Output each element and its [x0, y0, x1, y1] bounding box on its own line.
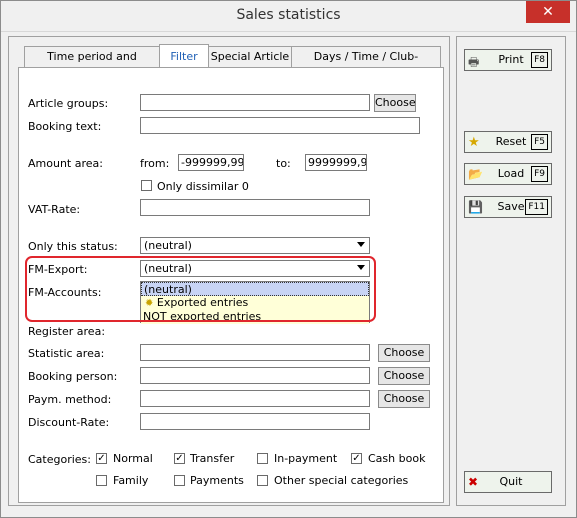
booking-person-label: Booking person:: [28, 370, 118, 383]
amount-from-input[interactable]: -999999,99: [178, 154, 244, 171]
category-transfer-checkbox[interactable]: ✓: [174, 453, 185, 464]
categories-label: Categories:: [28, 453, 91, 466]
reset-button[interactable]: ★ Reset F5: [464, 131, 552, 153]
only-status-label: Only this status:: [28, 240, 118, 253]
booking-person-input[interactable]: [140, 367, 370, 384]
category-family-label: Family: [113, 474, 149, 487]
article-groups-choose-button[interactable]: Choose: [374, 94, 416, 112]
category-normal-checkbox[interactable]: ✓: [96, 453, 107, 464]
reset-shortcut: F5: [531, 134, 548, 150]
booking-person-choose-button[interactable]: Choose: [378, 367, 430, 385]
print-label: Print: [498, 53, 524, 66]
print-shortcut: F8: [531, 52, 548, 68]
only-dissimilar-checkbox[interactable]: [141, 180, 152, 191]
booking-text-input[interactable]: [140, 117, 420, 134]
title-bar: Sales statistics ✕: [1, 1, 576, 32]
tab-filter[interactable]: Filter: [159, 44, 209, 67]
payment-method-input[interactable]: [140, 390, 370, 407]
only-status-value: (neutral): [144, 239, 192, 252]
star-icon: ★: [468, 135, 480, 150]
save-shortcut: F11: [525, 199, 548, 215]
amount-from-label: from:: [140, 157, 170, 170]
category-payments-checkbox[interactable]: [174, 475, 185, 486]
payment-method-choose-button[interactable]: Choose: [378, 390, 430, 408]
amount-to-input[interactable]: 9999999,99: [305, 154, 367, 171]
article-groups-input[interactable]: [140, 94, 370, 111]
vat-rate-input[interactable]: [140, 199, 370, 216]
category-family-checkbox[interactable]: [96, 475, 107, 486]
tab-special-article[interactable]: Special Article: [208, 46, 292, 67]
tab-days-time-club-statistic[interactable]: Days / Time / Club-Statistic: [291, 46, 441, 83]
highlight-box: [25, 256, 376, 322]
folder-open-icon: 📂: [468, 167, 483, 181]
statistic-area-label: Statistic area:: [28, 347, 105, 360]
chevron-down-icon: [357, 242, 365, 247]
quit-button[interactable]: ✖ Quit: [464, 471, 552, 493]
category-normal-label: Normal: [113, 452, 153, 465]
print-button[interactable]: 🖶 Print F8: [464, 49, 552, 71]
category-cash-book-checkbox[interactable]: ✓: [351, 453, 362, 464]
vat-rate-label: VAT-Rate:: [28, 203, 81, 216]
category-transfer-label: Transfer: [190, 452, 235, 465]
printer-icon: 🖶: [468, 55, 480, 69]
save-button[interactable]: 💾 Save F11: [464, 196, 552, 218]
category-cash-book-label: Cash book: [368, 452, 426, 465]
article-groups-label: Article groups:: [28, 97, 109, 110]
window-title: Sales statistics: [236, 7, 341, 23]
category-other-special-checkbox[interactable]: [257, 475, 268, 486]
discount-rate-label: Discount-Rate:: [28, 416, 110, 429]
quit-label: Quit: [499, 475, 523, 488]
category-in-payment-label: In-payment: [274, 452, 338, 465]
actions-panel: [456, 36, 566, 506]
load-label: Load: [497, 167, 525, 180]
tab-time-period-content[interactable]: Time period and Content: [24, 46, 160, 83]
reset-label: Reset: [495, 135, 527, 148]
register-area-label: Register area:: [28, 325, 106, 338]
amount-to-label: to:: [276, 157, 291, 170]
close-x-icon: ✖: [468, 475, 479, 489]
statistic-area-choose-button[interactable]: Choose: [378, 344, 430, 362]
payment-method-label: Paym. method:: [28, 393, 112, 406]
load-button[interactable]: 📂 Load F9: [464, 163, 552, 185]
category-other-special-label: Other special categories: [274, 474, 409, 487]
statistic-area-input[interactable]: [140, 344, 370, 361]
floppy-disk-icon: 💾: [468, 200, 483, 214]
only-status-select[interactable]: (neutral): [140, 237, 370, 254]
amount-area-label: Amount area:: [28, 157, 103, 170]
booking-text-label: Booking text:: [28, 120, 102, 133]
category-payments-label: Payments: [190, 474, 244, 487]
close-window-button[interactable]: ✕: [526, 1, 570, 23]
load-shortcut: F9: [531, 166, 548, 182]
only-dissimilar-label: Only dissimilar 0: [157, 180, 249, 193]
discount-rate-input[interactable]: [140, 413, 370, 430]
category-in-payment-checkbox[interactable]: [257, 453, 268, 464]
